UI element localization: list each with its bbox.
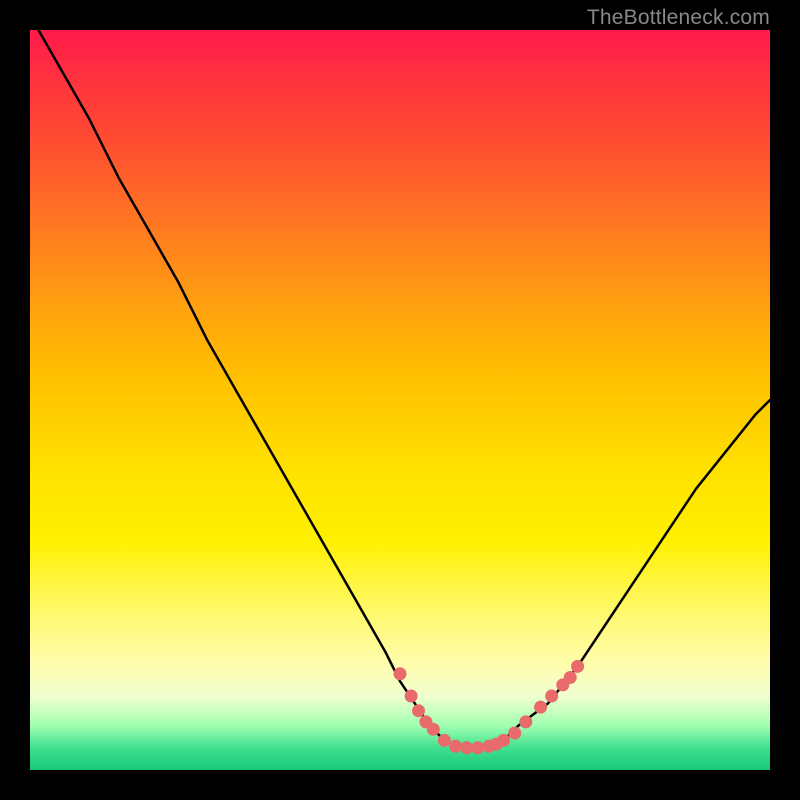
- chart-outer-frame: TheBottleneck.com: [0, 0, 800, 800]
- data-point-marker: [412, 704, 425, 717]
- watermark-text: TheBottleneck.com: [587, 6, 770, 30]
- data-point-marker: [571, 660, 584, 673]
- data-point-marker: [471, 741, 484, 754]
- data-point-marker: [534, 701, 547, 714]
- data-point-marker: [545, 690, 558, 703]
- data-point-marker: [449, 740, 462, 753]
- data-point-marker: [460, 741, 473, 754]
- data-point-marker: [405, 690, 418, 703]
- data-point-marker: [508, 727, 521, 740]
- data-point-marker: [519, 715, 532, 728]
- plot-area: [30, 30, 770, 770]
- data-point-marker: [564, 671, 577, 684]
- bottleneck-curve-svg: [30, 30, 770, 770]
- data-point-marker: [438, 734, 451, 747]
- data-point-marker: [427, 723, 440, 736]
- bottleneck-curve: [30, 30, 770, 748]
- data-point-marker: [497, 734, 510, 747]
- data-point-marker: [394, 667, 407, 680]
